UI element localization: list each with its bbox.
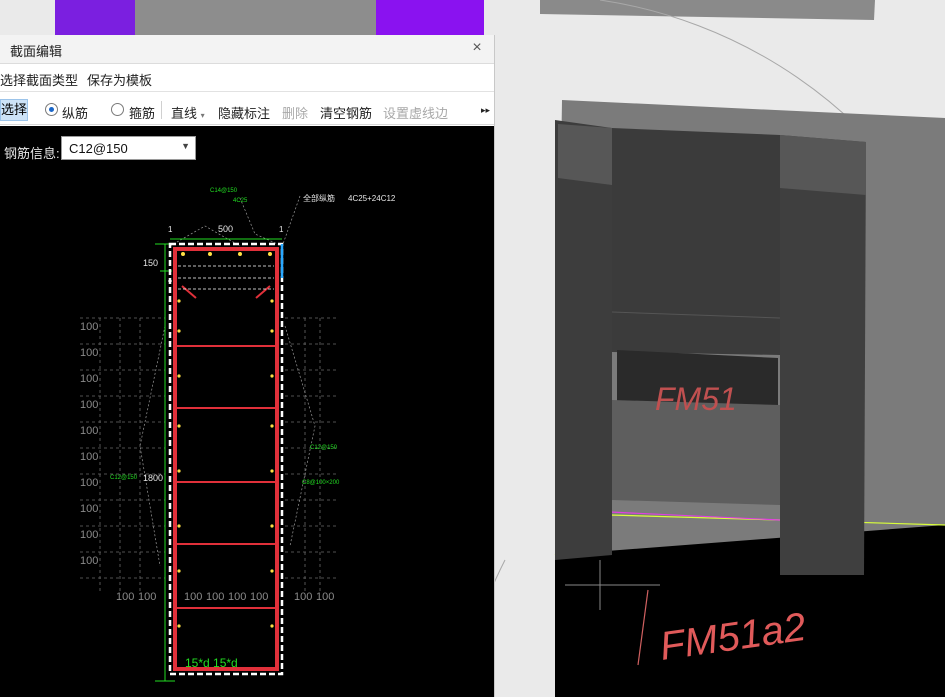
grid-label: 100 — [80, 373, 98, 385]
grid-label: 100 — [250, 591, 268, 603]
callout-b: 4C25 — [233, 198, 248, 204]
grid-label: 100 — [80, 425, 98, 437]
purple-block-right — [376, 0, 484, 35]
select-tool-button[interactable]: 选择 — [0, 99, 28, 121]
section-drawing-canvas[interactable]: 钢筋信息: C12@150 ▼ 100 100 100 100 100 100 … — [0, 126, 494, 697]
anchor-length-label: 15*d 15*d — [185, 656, 238, 670]
side-right-callout-b: C8@100×200 — [302, 480, 340, 486]
dim-one-left: 1 — [168, 225, 173, 234]
grid-label: 100 — [316, 591, 334, 603]
dialog-menubar: 选择截面类型 保存为模板 — [0, 64, 494, 92]
grid-label: 100 — [116, 591, 134, 603]
grid-labels-bottom: 100 100 100 100 100 100 100 100 — [116, 591, 334, 603]
grid-label: 100 — [80, 503, 98, 515]
side-left-callout: C12@150 — [110, 475, 138, 481]
right-pillar — [780, 135, 866, 575]
leader-lines — [139, 195, 316, 567]
menu-select-section-type[interactable]: 选择截面类型 — [0, 70, 78, 89]
dialog-titlebar[interactable]: 截面编辑 × — [0, 35, 494, 64]
side-right-callout-a: C12@150 — [310, 445, 338, 451]
grid-label: 100 — [80, 555, 98, 567]
left-pillar — [555, 120, 612, 560]
toolbar-separator — [161, 101, 162, 119]
height-dimension: 1800 — [143, 473, 163, 483]
longitudinal-label[interactable]: 纵筋 — [62, 103, 88, 122]
line-label: 直线 — [171, 106, 198, 121]
callout-a: C14@150 — [210, 188, 238, 194]
grid-label: 100 — [80, 451, 98, 463]
section-edit-dialog: 截面编辑 × 选择截面类型 保存为模板 选择 纵筋 箍筋 直线 ▾ 隐藏标注 删… — [0, 35, 495, 697]
set-dashed-edge-button[interactable]: 设置虚线边 — [383, 103, 448, 122]
hide-labels-button[interactable]: 隐藏标注 — [218, 103, 270, 122]
pillar-top-r — [780, 135, 866, 195]
grid-label: 100 — [80, 399, 98, 411]
section-drawing: 100 100 100 100 100 100 100 100 100 100 … — [80, 188, 396, 682]
black-floor — [555, 525, 945, 697]
grid-label: 100 — [294, 591, 312, 603]
grid-label: 100 — [228, 591, 246, 603]
grid-label: 100 — [206, 591, 224, 603]
stirrup-label[interactable]: 箍筋 — [129, 103, 155, 122]
lintel — [612, 128, 780, 355]
stirrup-radio[interactable] — [111, 103, 124, 116]
clear-rebar-button[interactable]: 清空钢筋 — [320, 103, 372, 122]
all-long-value: 4C25+24C12 — [348, 194, 396, 203]
grid-labels-left: 100 100 100 100 100 100 100 100 100 100 — [80, 321, 98, 567]
tie-lines — [175, 285, 277, 609]
rebar-points — [177, 252, 274, 628]
all-long-label: 全部纵筋 — [303, 193, 335, 203]
top-dimension: 150 — [143, 258, 158, 268]
inner-dashed — [178, 265, 274, 290]
section-outline — [168, 242, 284, 676]
grid-label: 100 — [80, 529, 98, 541]
dim-one-right: 1 — [279, 225, 284, 234]
delete-button[interactable]: 删除 — [282, 103, 308, 122]
grid-label: 100 — [80, 477, 98, 489]
outer-stirrup — [173, 247, 279, 671]
right-grid — [285, 317, 338, 591]
grid-label: 100 — [184, 591, 202, 603]
menu-save-as-template[interactable]: 保存为模板 — [87, 70, 152, 89]
longitudinal-radio[interactable] — [45, 103, 58, 116]
close-button[interactable]: × — [468, 39, 486, 57]
chevron-down-icon: ▾ — [200, 111, 205, 120]
toolbar-overflow-icon[interactable]: ▸▸ — [481, 105, 490, 116]
grid-label: 100 — [80, 347, 98, 359]
dialog-toolbar: 选择 纵筋 箍筋 直线 ▾ 隐藏标注 删除 清空钢筋 设置虚线边 ▸▸ — [0, 96, 494, 125]
door-label-3d: FM51 — [655, 381, 737, 417]
grid-label: 100 — [80, 321, 98, 333]
width-dimension: 500 — [218, 224, 233, 234]
line-dropdown[interactable]: 直线 ▾ — [171, 103, 205, 122]
purple-block-left — [55, 0, 135, 35]
grid-label: 100 — [138, 591, 156, 603]
pillar-top-l — [558, 124, 612, 185]
gray-block-top — [135, 0, 380, 35]
dialog-title: 截面编辑 — [10, 44, 63, 59]
